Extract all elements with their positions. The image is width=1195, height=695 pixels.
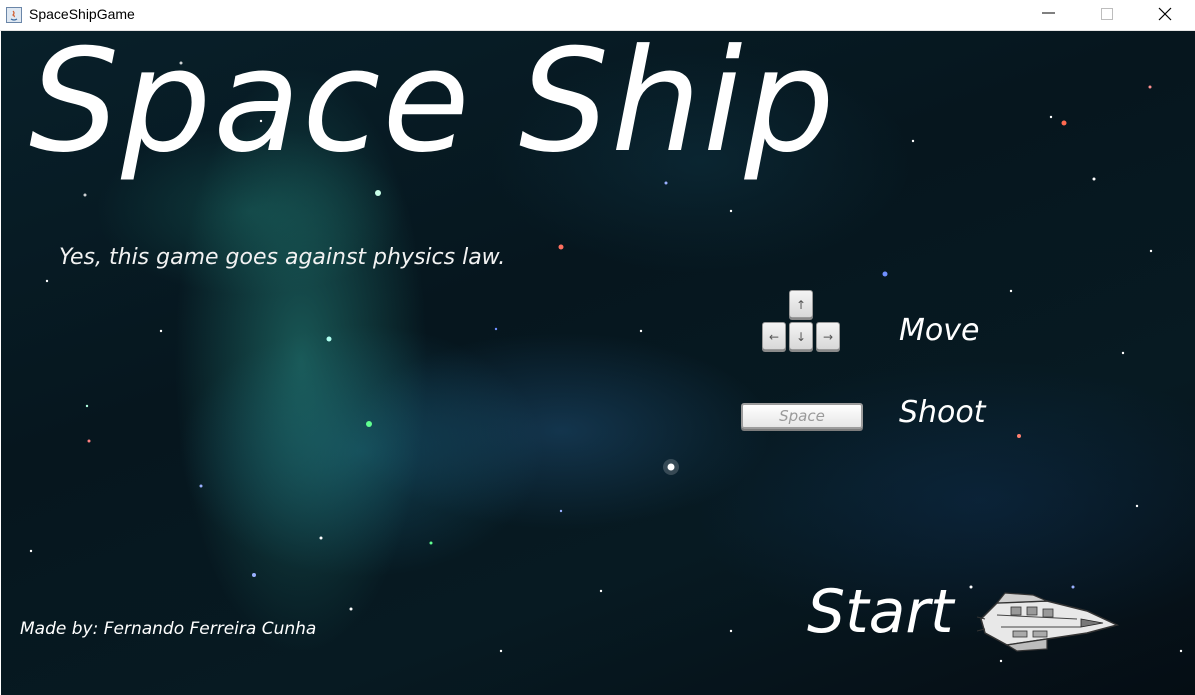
close-button[interactable] <box>1136 0 1194 30</box>
minimize-icon <box>1042 12 1055 14</box>
maximize-icon <box>1101 8 1113 20</box>
start-button[interactable]: Start <box>807 579 954 645</box>
minimize-button[interactable] <box>1020 0 1078 30</box>
game-title: Space Ship <box>29 31 837 184</box>
move-label: Move <box>899 313 980 348</box>
title-bar[interactable]: SpaceShipGame <box>0 0 1195 31</box>
game-canvas[interactable]: Space Ship Yes, this game goes against p… <box>1 31 1195 695</box>
arrow-down-key-icon: ↓ <box>789 322 813 350</box>
arrow-right-key-icon: → <box>816 322 840 350</box>
arrow-up-key-icon: ↑ <box>789 290 813 318</box>
tagline: Yes, this game goes against physics law. <box>59 245 506 270</box>
space-key-icon: Space <box>741 403 863 429</box>
arrow-left-key-icon: ← <box>762 322 786 350</box>
shoot-label: Shoot <box>899 395 986 430</box>
game-window: SpaceShipGame Space Ship Yes, this game … <box>0 0 1195 695</box>
maximize-button[interactable] <box>1078 0 1136 30</box>
close-icon <box>1158 7 1172 21</box>
java-app-icon <box>6 7 22 23</box>
spaceship-icon[interactable] <box>977 589 1119 653</box>
window-title: SpaceShipGame <box>29 6 135 22</box>
credits-text: Made by: Fernando Ferreira Cunha <box>20 619 317 639</box>
